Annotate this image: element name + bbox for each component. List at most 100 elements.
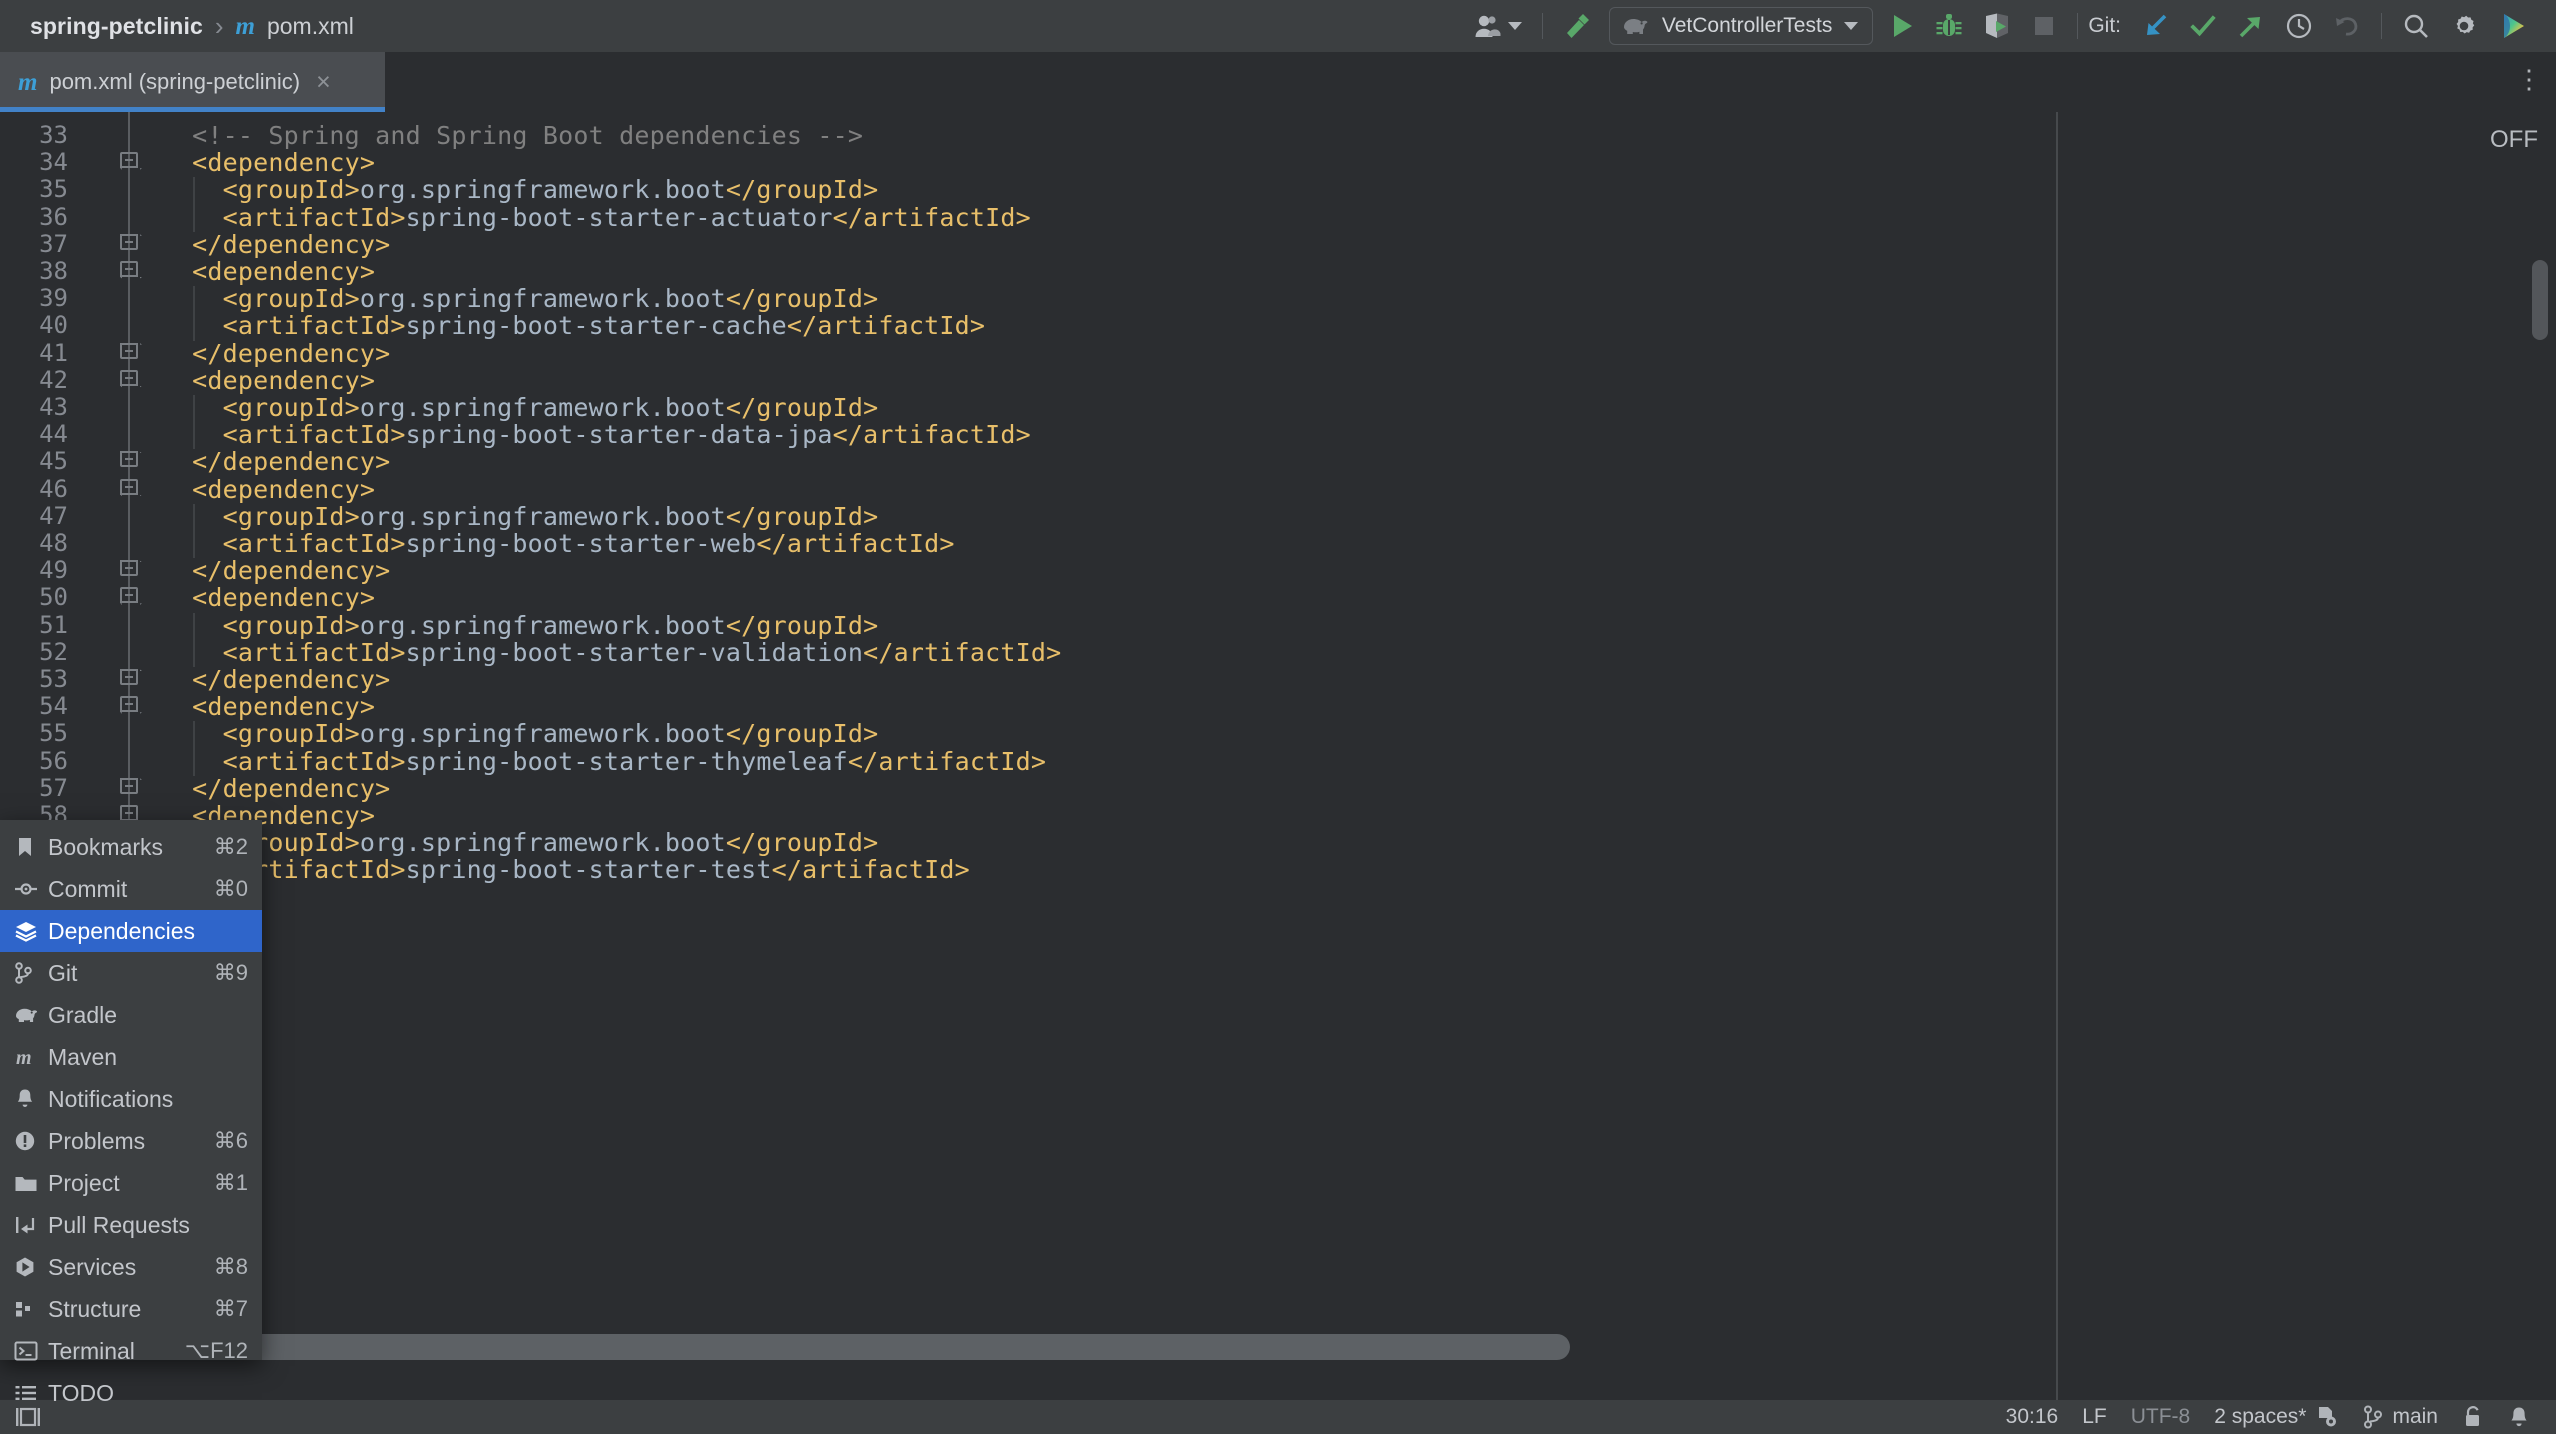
code-token-tx: org.springframework.boot xyxy=(359,610,726,640)
code-line[interactable]: <dependency> xyxy=(192,366,375,395)
bell-icon[interactable] xyxy=(2508,1405,2530,1429)
menu-item-dependencies[interactable]: Dependencies xyxy=(0,910,262,952)
git-push-button[interactable] xyxy=(2227,0,2275,52)
indent-settings[interactable]: 2 spaces* xyxy=(2214,1405,2339,1429)
code-line[interactable]: <artifactId>spring-boot-starter-web</art… xyxy=(192,529,955,558)
code-line[interactable]: <groupId>org.springframework.boot</group… xyxy=(192,393,879,422)
code-fold-start-icon[interactable] xyxy=(120,478,138,495)
user-avatar-button[interactable] xyxy=(1464,0,1532,52)
run-configuration-selector[interactable]: VetControllerTests xyxy=(1608,7,1874,45)
code-line[interactable]: <artifactId>spring-boot-starter-validati… xyxy=(192,638,1062,667)
git-commit-button[interactable] xyxy=(2179,0,2227,52)
code-line[interactable]: <artifactId>spring-boot-starter-cache</a… xyxy=(192,311,985,340)
line-number: 34 xyxy=(39,148,68,177)
ai-assistant-button[interactable] xyxy=(2488,0,2538,52)
menu-item-gradle[interactable]: Gradle xyxy=(0,994,262,1036)
code-line[interactable]: <dependency> xyxy=(192,583,375,612)
code-line[interactable]: <dependency> xyxy=(192,257,375,286)
menu-item-commit[interactable]: Commit ⌘0 xyxy=(0,868,262,910)
code-line[interactable]: </dependency> xyxy=(192,447,390,476)
code-line[interactable]: <artifactId>spring-boot-starter-test</ar… xyxy=(192,855,970,884)
code-fold-start-icon[interactable] xyxy=(120,805,138,821)
code-line[interactable]: <dependency> xyxy=(192,692,375,721)
menu-item-git[interactable]: Git ⌘9 xyxy=(0,952,262,994)
code-fold-start-icon[interactable] xyxy=(120,152,138,169)
git-branch-widget[interactable]: main xyxy=(2363,1405,2438,1429)
menu-item-structure[interactable]: Structure ⌘7 xyxy=(0,1288,262,1330)
menu-item-terminal[interactable]: Terminal ⌥F12 xyxy=(0,1330,262,1372)
code-fold-end-icon[interactable] xyxy=(120,451,138,468)
tab-overflow-menu-icon[interactable]: ⋮ xyxy=(2516,66,2542,92)
code-line[interactable]: <groupId>org.springframework.boot</group… xyxy=(192,719,879,748)
line-separator[interactable]: LF xyxy=(2082,1405,2107,1429)
tool-window-popup-menu[interactable]: Bookmarks ⌘2 Commit ⌘0 Dependencies Git ⌘9 Grad… xyxy=(0,820,262,1406)
code-line[interactable]: </dependency> xyxy=(192,665,390,694)
code-fold-start-icon[interactable] xyxy=(120,696,138,713)
menu-item-notifications[interactable]: Notifications xyxy=(0,1078,262,1120)
close-icon[interactable]: × xyxy=(316,69,331,95)
code-fold-start-icon[interactable] xyxy=(120,369,138,386)
settings-button[interactable] xyxy=(2440,0,2488,52)
code-line[interactable]: <groupId>org.springframework.boot</group… xyxy=(192,828,879,857)
code-line[interactable]: <dependency> xyxy=(192,148,375,177)
horizontal-scrollbar-thumb[interactable] xyxy=(162,1334,1570,1360)
line-number: 54 xyxy=(39,692,68,721)
menu-item-bookmarks[interactable]: Bookmarks ⌘2 xyxy=(0,826,262,868)
code-line[interactable]: </dependency> xyxy=(192,230,390,259)
toolbar-divider xyxy=(2381,13,2382,39)
code-line[interactable]: <groupId>org.springframework.boot</group… xyxy=(192,502,879,531)
menu-item-services[interactable]: Services ⌘8 xyxy=(0,1246,262,1288)
code-fold-end-icon[interactable] xyxy=(120,560,138,577)
search-everywhere-button[interactable] xyxy=(2392,0,2440,52)
stop-button[interactable] xyxy=(2021,0,2067,52)
menu-item-todo[interactable]: TODO xyxy=(0,1372,262,1414)
code-fold-end-icon[interactable] xyxy=(120,669,138,685)
code-fold-end-icon[interactable] xyxy=(120,342,138,359)
run-with-coverage-button[interactable] xyxy=(1973,0,2021,52)
code-fold-start-icon[interactable] xyxy=(120,261,138,277)
code-token-tg: <artifactId> xyxy=(192,311,406,341)
code-line[interactable]: <groupId>org.springframework.boot</group… xyxy=(192,610,879,640)
horizontal-scrollbar[interactable] xyxy=(162,1334,2518,1360)
code-token-tg: <dependency> xyxy=(192,257,376,286)
caret-position[interactable]: 30:16 xyxy=(2006,1405,2059,1429)
code-editor[interactable]: 33 34 35 36 37 38 39 40 41 42 43 44 45 46 47 48 49 50 51 52… xyxy=(0,112,2556,1400)
code-line[interactable]: </dependency> xyxy=(192,556,390,585)
menu-item-project[interactable]: Project ⌘1 xyxy=(0,1162,262,1204)
breadcrumb-file[interactable]: pom.xml xyxy=(267,13,354,40)
code-fold-end-icon[interactable] xyxy=(120,233,138,250)
run-button[interactable] xyxy=(1879,0,1925,52)
problems-icon xyxy=(14,1130,44,1152)
code-line[interactable]: <artifactId>spring-boot-starter-thymelea… xyxy=(192,747,1046,776)
editor-code-area[interactable]: <!-- Spring and Spring Boot dependencies… xyxy=(162,112,2056,1400)
code-line[interactable]: <groupId>org.springframework.boot</group… xyxy=(192,175,879,205)
code-line[interactable]: <artifactId>spring-boot-starter-data-jpa… xyxy=(192,420,1031,449)
code-line[interactable]: <dependency> xyxy=(192,475,375,504)
tab-pom-xml[interactable]: m pom.xml (spring-petclinic) × xyxy=(0,52,385,112)
file-encoding[interactable]: UTF-8 xyxy=(2131,1405,2191,1429)
code-line[interactable]: <!-- Spring and Spring Boot dependencies… xyxy=(192,121,863,150)
git-rollback-button[interactable] xyxy=(2323,0,2371,52)
unlocked-icon[interactable] xyxy=(2462,1405,2484,1429)
menu-item-pull-requests[interactable]: Pull Requests xyxy=(0,1204,262,1246)
code-fold-end-icon[interactable] xyxy=(120,777,138,794)
code-token-tg: </groupId> xyxy=(725,175,879,205)
code-line[interactable]: <artifactId>spring-boot-starter-actuator… xyxy=(192,203,1031,232)
menu-item-problems[interactable]: Problems ⌘6 xyxy=(0,1120,262,1162)
inspections-off-label[interactable]: OFF xyxy=(2490,126,2538,154)
code-token-tg: </artifactId> xyxy=(756,529,955,558)
code-fold-start-icon[interactable] xyxy=(120,587,138,604)
breadcrumb-project[interactable]: spring-petclinic xyxy=(30,13,203,40)
undo-arrow-icon xyxy=(2333,12,2361,40)
git-history-button[interactable] xyxy=(2275,0,2323,52)
debug-button[interactable] xyxy=(1925,0,1973,52)
code-line[interactable]: <groupId>org.springframework.boot</group… xyxy=(192,284,879,313)
line-number: 52 xyxy=(39,637,68,666)
vertical-scrollbar-thumb[interactable] xyxy=(2532,260,2548,340)
code-line[interactable]: </dependency> xyxy=(192,774,390,803)
branch-name: main xyxy=(2392,1405,2438,1428)
menu-item-maven[interactable]: m Maven xyxy=(0,1036,262,1078)
git-update-button[interactable] xyxy=(2131,0,2179,52)
code-line[interactable]: </dependency> xyxy=(192,339,390,368)
build-button[interactable] xyxy=(1553,0,1603,52)
